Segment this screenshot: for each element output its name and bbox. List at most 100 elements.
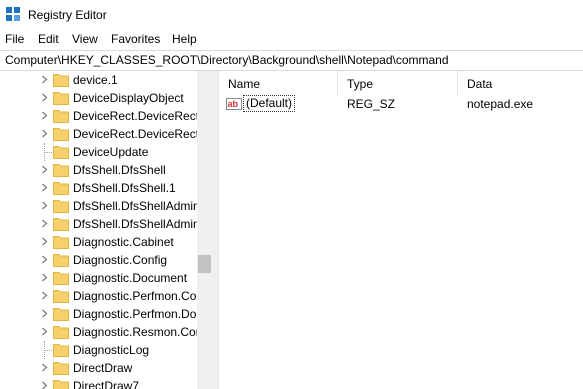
menu-favorites[interactable]: Favorites [111, 32, 160, 46]
tree-item-label: DiagnosticLog [73, 343, 150, 357]
tree-item-label: DeviceDisplayObject [73, 91, 184, 105]
tree-item[interactable]: Diagnostic.Config [0, 251, 197, 269]
tree-item[interactable]: Diagnostic.Perfmon.Co [0, 287, 197, 305]
tree-item-label: Diagnostic.Cabinet [73, 235, 174, 249]
tree-scrollbar[interactable] [197, 71, 212, 389]
tree-item-label: Diagnostic.Perfmon.Co [73, 289, 197, 303]
tree-connector-line [45, 152, 52, 154]
chevron-right-icon[interactable] [40, 309, 49, 318]
tree-item[interactable]: DfsShell.DfsShell [0, 161, 197, 179]
string-value-icon: ab [226, 98, 242, 110]
tree-item[interactable]: DiagnosticLog [0, 341, 197, 359]
value-name-focus: (Default) [243, 95, 296, 112]
tree-item-label: DfsShell.DfsShellAdmin [73, 199, 200, 213]
folder-icon [53, 236, 69, 249]
key-tree[interactable]: device.1 DeviceDisplayObject DeviceRect.De… [0, 71, 212, 389]
tree-item[interactable]: Diagnostic.Document [0, 269, 197, 287]
folder-icon [53, 380, 69, 389]
folder-icon [53, 128, 69, 141]
tree-item-label: DeviceRect.DeviceRect [73, 109, 200, 123]
folder-icon [53, 272, 69, 285]
list-header: Name Type Data [219, 71, 583, 95]
folder-icon [53, 308, 69, 321]
folder-icon [53, 200, 69, 213]
tree-item-label: device.1 [73, 73, 118, 87]
folder-icon [53, 146, 69, 159]
chevron-right-icon[interactable] [40, 255, 49, 264]
value-row[interactable]: ab (Default) REG_SZ notepad.exe [219, 95, 583, 113]
folder-icon [53, 218, 69, 231]
tree-item[interactable]: DeviceDisplayObject [0, 89, 197, 107]
menu-help[interactable]: Help [172, 32, 197, 46]
tree-item[interactable]: DirectDraw7 [0, 377, 197, 389]
chevron-right-icon[interactable] [40, 291, 49, 300]
menu-file[interactable]: File [5, 32, 24, 46]
chevron-right-icon[interactable] [40, 111, 49, 120]
value-type: REG_SZ [347, 97, 396, 111]
chevron-right-icon[interactable] [40, 129, 49, 138]
chevron-right-icon[interactable] [40, 381, 49, 389]
chevron-right-icon[interactable] [40, 327, 49, 336]
chevron-right-icon[interactable] [40, 165, 49, 174]
tree-item-label: DeviceUpdate [73, 145, 149, 159]
tree-connector-line [45, 350, 52, 352]
window-title: Registry Editor [28, 8, 107, 22]
tree-item[interactable]: Diagnostic.Resmon.Cor [0, 323, 200, 341]
menu-bar: File Edit View Favorites Help [0, 30, 583, 49]
tree-item[interactable]: DfsShell.DfsShellAdmin [0, 197, 200, 215]
tree-item-label: DeviceRect.DeviceRect. [73, 127, 203, 141]
tree-item-label: DirectDraw [73, 361, 133, 375]
tree-item-label: Diagnostic.Document [73, 271, 188, 285]
tree-item[interactable]: DfsShell.DfsShell.1 [0, 179, 197, 197]
folder-icon [53, 92, 69, 105]
folder-icon [53, 164, 69, 177]
folder-icon [53, 254, 69, 267]
tree-item-label: Diagnostic.Config [73, 253, 168, 267]
tree-item[interactable]: Diagnostic.Cabinet [0, 233, 197, 251]
column-header-type[interactable]: Type [347, 77, 373, 91]
registry-editor-window: Registry Editor File Edit View Favorites… [0, 0, 583, 389]
tree-item[interactable]: DeviceUpdate [0, 143, 197, 161]
tree-item[interactable]: device.1 [0, 71, 197, 89]
folder-icon [53, 344, 69, 357]
chevron-right-icon[interactable] [40, 93, 49, 102]
tree-item-label: DfsShell.DfsShellAdmin [73, 217, 200, 231]
column-header-name[interactable]: Name [228, 77, 260, 91]
title-bar[interactable]: Registry Editor [0, 0, 583, 30]
chevron-right-icon[interactable] [40, 183, 49, 192]
tree-item-label: Diagnostic.Perfmon.Do [73, 307, 197, 321]
tree-scroll-thumb[interactable] [198, 255, 211, 273]
chevron-right-icon[interactable] [40, 201, 49, 210]
column-divider[interactable] [457, 71, 458, 95]
tree-item[interactable]: DfsShell.DfsShellAdmin [0, 215, 200, 233]
tree-item-label: Diagnostic.Resmon.Cor [73, 325, 200, 339]
tree-item[interactable]: DeviceRect.DeviceRect [0, 107, 200, 125]
chevron-right-icon[interactable] [40, 273, 49, 282]
column-divider[interactable] [337, 71, 338, 95]
folder-icon [53, 110, 69, 123]
tree-item[interactable]: DirectDraw [0, 359, 197, 377]
menu-edit[interactable]: Edit [38, 32, 59, 46]
chevron-right-icon[interactable] [40, 237, 49, 246]
tree-item-label: DfsShell.DfsShell.1 [73, 181, 176, 195]
value-data: notepad.exe [467, 97, 534, 111]
folder-icon [53, 362, 69, 375]
address-bar[interactable]: Computer\HKEY_CLASSES_ROOT\Directory\Bac… [0, 50, 583, 71]
chevron-right-icon[interactable] [40, 219, 49, 228]
folder-icon [53, 74, 69, 87]
tree-item-label: DirectDraw7 [73, 379, 140, 389]
tree-item[interactable]: DeviceRect.DeviceRect. [0, 125, 202, 143]
chevron-right-icon[interactable] [40, 75, 49, 84]
values-list[interactable]: Name Type Data ab (Default) REG_SZ notep… [219, 71, 583, 389]
folder-icon [53, 326, 69, 339]
svg-text:ab: ab [228, 99, 239, 109]
column-header-data[interactable]: Data [467, 77, 492, 91]
menu-view[interactable]: View [72, 32, 98, 46]
chevron-right-icon[interactable] [40, 363, 49, 372]
address-path[interactable]: Computer\HKEY_CLASSES_ROOT\Directory\Bac… [5, 53, 449, 67]
folder-icon [53, 290, 69, 303]
tree-item-label: DfsShell.DfsShell [73, 163, 166, 177]
value-name: (Default) [246, 96, 293, 110]
folder-icon [53, 182, 69, 195]
tree-item[interactable]: Diagnostic.Perfmon.Do [0, 305, 197, 323]
